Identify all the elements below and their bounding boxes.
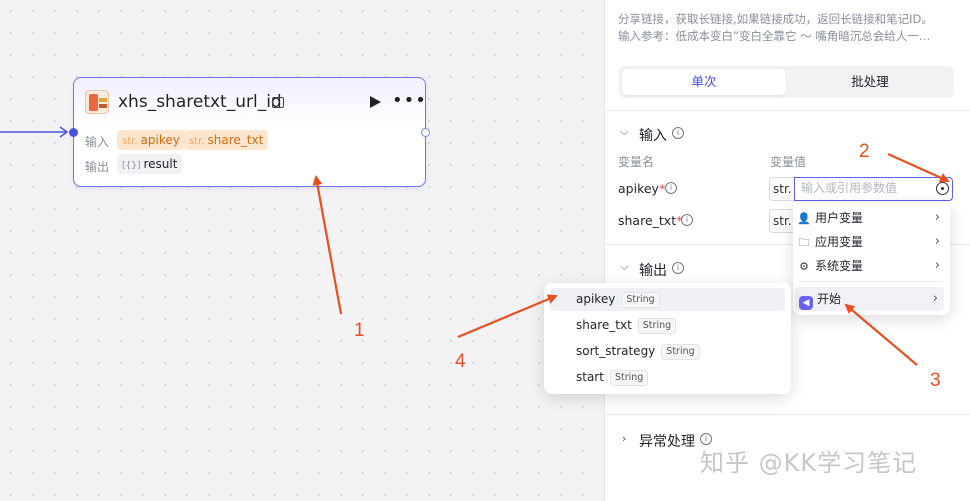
annotation-arrow-1 [312,175,343,315]
annotation-arrow-2 [887,152,950,183]
annotation-number-1: 1 [354,320,365,341]
annotation-number-2: 2 [859,141,870,162]
annotation-arrows [312,152,950,366]
annotation-arrow-3 [844,303,918,366]
annotation-number-4: 4 [455,351,466,372]
annotation-arrow-4 [457,294,558,339]
annotation-number-3: 3 [930,370,941,391]
watermark: 知乎 @KK学习笔记 [700,449,918,477]
